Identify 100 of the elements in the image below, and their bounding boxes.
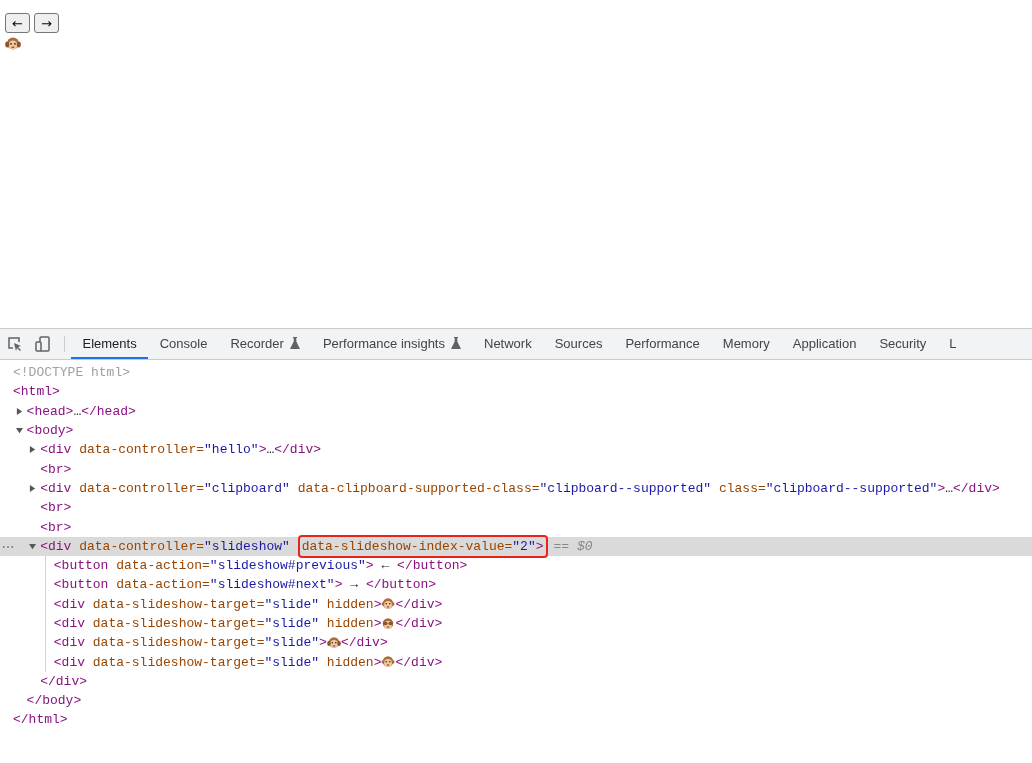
html-tag: > — [334, 577, 343, 593]
dom-row[interactable]: <br> — [0, 459, 1032, 479]
html-tag: <div — [53, 616, 85, 631]
html-tag: <button — [53, 558, 109, 574]
html-tag: </div> — [395, 596, 443, 612]
dom-row[interactable]: <div data-slideshow-target="slide" hidden> </div> — [0, 652, 1032, 672]
collapsed-triangle-icon[interactable] — [15, 407, 23, 415]
attribute-value: "slideshow" — [204, 538, 290, 554]
html-tag: <br> — [40, 519, 72, 535]
attribute-name: data-slideshow-target= — [91, 654, 265, 670]
attribute-value: "clipboard--supported" — [765, 480, 938, 496]
panel-tab[interactable]: L — [937, 329, 969, 359]
html-tag: </div> — [395, 654, 443, 670]
panel-tab[interactable]: Application — [781, 329, 868, 359]
dom-row[interactable]: <head>…</head> — [0, 401, 1032, 421]
html-tag: <head> — [26, 403, 74, 419]
panel-tab[interactable]: Recorder — [218, 329, 312, 359]
html-tag: <html> — [13, 384, 60, 400]
attribute-name: data-controller= — [78, 538, 205, 554]
attribute-name: hidden — [325, 654, 374, 670]
attribute-value: "slide" — [264, 596, 320, 612]
panel-tab[interactable]: Security — [867, 329, 938, 359]
html-tag: <br> — [40, 461, 72, 477]
collapsed-triangle-icon[interactable] — [29, 446, 37, 454]
expanded-triangle-icon[interactable] — [15, 427, 23, 435]
selected-row[interactable]: <div data-controller="slideshow" data-slideshow-index-value="2"> == $0 — [0, 536, 1032, 556]
attribute-name: data-clipboard-supported-class= — [296, 480, 540, 496]
attribute-value: "slideshow#previous" — [209, 558, 366, 574]
node-text: ← — [380, 558, 391, 574]
attribute-name: data-slideshow-target= — [91, 616, 265, 631]
slide-button[interactable]: → — [33, 13, 59, 33]
attribute-value: "hello" — [204, 442, 259, 458]
html-tag: <div — [40, 538, 72, 554]
attribute-name: data-controller= — [78, 480, 205, 496]
doctype-text: <!DOCTYPE html> — [13, 365, 131, 381]
html-tag: > — [319, 635, 327, 651]
html-tag: </button> — [365, 577, 437, 593]
attribute-name: data-action= — [115, 577, 210, 593]
attribute-name: data-controller= — [78, 442, 205, 458]
collapsed-triangle-icon[interactable] — [29, 484, 37, 492]
html-tag: </div> — [340, 635, 388, 651]
slide-button[interactable]: ← — [5, 13, 30, 33]
attribute-value: "slideshow#next" — [209, 577, 335, 593]
monkey-face-icon — [381, 597, 396, 612]
dom-row[interactable]: <div data-slideshow-target="slide" hidden> </div> — [0, 613, 1032, 634]
expanded-triangle-icon[interactable] — [29, 542, 37, 550]
attribute-name: data-slideshow-target= — [91, 635, 265, 651]
html-tag: <br> — [40, 500, 72, 516]
dom-row[interactable]: <button data-action="slideshow#next"> → </button> — [0, 575, 1032, 595]
panel-tab[interactable]: Network — [472, 329, 544, 359]
html-tag: <button — [53, 577, 109, 593]
attribute-name: hidden — [325, 596, 374, 612]
dom-row[interactable]: <body> — [0, 420, 1032, 441]
dom-row[interactable]: <div data-slideshow-target="slide" hidden> </div> — [0, 594, 1032, 614]
panel-tab[interactable]: Memory — [711, 329, 782, 359]
html-tag: <div — [53, 596, 85, 612]
html-tag: > — [535, 538, 544, 554]
attribute-value: "slide" — [264, 654, 320, 670]
html-tag: <div — [53, 654, 85, 670]
html-tag: > — [258, 442, 267, 458]
attribute-name: data-action= — [115, 558, 210, 574]
node-text: → — [349, 577, 360, 593]
attribute-value: "clipboard--supported" — [539, 480, 712, 496]
panel-tab[interactable]: Sources — [543, 329, 614, 359]
node-reference: == $0 — [553, 538, 593, 554]
dom-row[interactable]: <html> — [0, 382, 1032, 402]
panel-tab[interactable]: Performance — [613, 329, 712, 359]
panel-tab[interactable]: Performance insights — [311, 329, 473, 359]
monkey-face-icon — [381, 655, 396, 670]
attribute-value: "clipboard" — [204, 480, 290, 496]
monkey-covering-ears-icon — [5, 36, 21, 52]
attribute-value: "2" — [512, 538, 536, 554]
node-text: … — [945, 480, 953, 496]
node-text: … — [266, 442, 275, 458]
monkey-covering-eyes-icon — [381, 616, 396, 631]
attribute-value: "slide" — [264, 616, 320, 631]
monkey-covering-ears-icon — [326, 635, 341, 650]
html-tag: </div> — [40, 673, 87, 689]
html-tag: > — [373, 596, 382, 612]
panel-tab[interactable]: Elements — [71, 329, 149, 359]
attribute-value: "slide" — [264, 635, 320, 651]
dom-row[interactable]: <div data-controller="hello">…</div> — [0, 440, 1032, 460]
dom-row[interactable]: <br> — [0, 517, 1032, 537]
dom-row[interactable]: </html> — [0, 710, 1032, 730]
panel-tab[interactable]: Console — [148, 329, 219, 359]
html-tag: > — [373, 654, 382, 670]
dom-row[interactable]: </body> — [0, 691, 1032, 711]
html-tag: </div> — [395, 616, 443, 631]
html-tag: </button> — [397, 558, 468, 574]
more-icon[interactable] — [2, 544, 14, 549]
html-tag: <div — [53, 635, 85, 651]
dom-row[interactable]: <div data-controller="clipboard" data-clipboard-supported-class="clipboard--supported" class="clipboard--supported">…</div> — [0, 478, 1032, 499]
inspect-element-icon[interactable] — [6, 335, 24, 353]
html-tag: </body> — [26, 693, 82, 709]
dom-row[interactable]: <div data-slideshow-target="slide"> </div> — [0, 633, 1032, 653]
dom-row[interactable]: </div> — [0, 671, 1032, 692]
html-tag: </div> — [274, 442, 322, 458]
dom-row[interactable]: <br> — [0, 498, 1032, 518]
device-toolbar-icon[interactable] — [34, 335, 52, 353]
dom-row[interactable]: <button data-action="slideshow#previous"> ← </button> — [0, 555, 1032, 576]
